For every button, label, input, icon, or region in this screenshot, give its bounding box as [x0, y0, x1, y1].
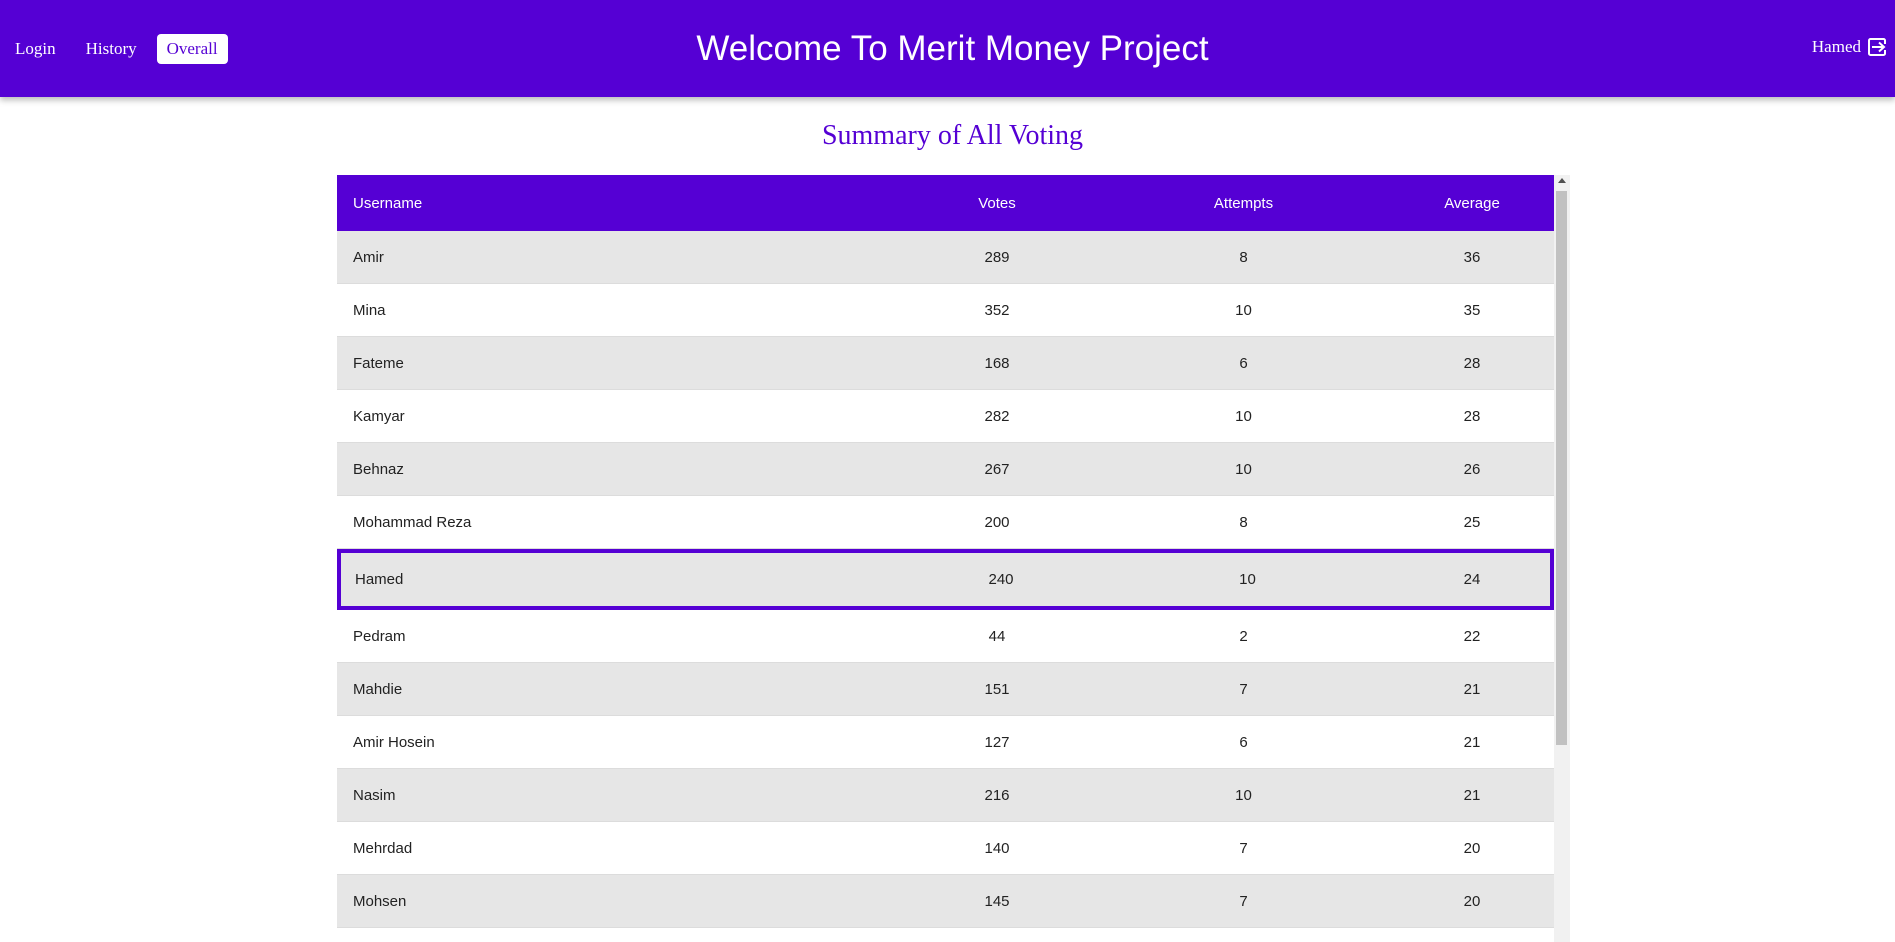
cell-average: 21 — [1463, 786, 1481, 804]
cell-average: 25 — [1463, 513, 1481, 531]
cell-votes: 140 — [984, 839, 1010, 857]
cell-votes: 282 — [984, 407, 1010, 425]
cell-username: Fateme — [353, 354, 404, 372]
column-attempts: Attempts — [1213, 194, 1274, 212]
cell-votes: 145 — [984, 892, 1010, 910]
cell-average: 24 — [1463, 571, 1481, 588]
cell-attempts: 10 — [1235, 460, 1252, 478]
table-row[interactable]: Behnaz 267 10 26 — [337, 443, 1554, 496]
cell-average: 22 — [1463, 627, 1481, 645]
cell-username: Kamyar — [353, 407, 405, 425]
cell-votes: 200 — [984, 513, 1010, 531]
main-nav: Login History Overall — [0, 0, 228, 97]
cell-votes: 127 — [984, 733, 1010, 751]
table-row[interactable]: Mina 352 10 35 — [337, 284, 1554, 337]
user-logout-button[interactable]: Hamed — [1812, 0, 1887, 94]
column-average: Average — [1444, 194, 1500, 212]
cell-votes: 267 — [984, 460, 1010, 478]
table-row[interactable]: Kamyar 282 10 28 — [337, 390, 1554, 443]
cell-username: Mohammad Reza — [353, 513, 472, 531]
cell-votes: 289 — [984, 248, 1010, 266]
cell-attempts: 8 — [1239, 248, 1248, 266]
table-row[interactable]: Nasim 216 10 21 — [337, 769, 1554, 822]
cell-average: 26 — [1463, 460, 1481, 478]
cell-username: Hamed — [355, 571, 404, 588]
cell-username: Mohsen — [353, 892, 407, 910]
table-row[interactable]: Fateme 168 6 28 — [337, 337, 1554, 390]
logout-icon — [1868, 38, 1887, 56]
cell-attempts: 8 — [1239, 513, 1248, 531]
nav-overall[interactable]: Overall — [156, 33, 228, 64]
table-body: Username Votes Attempts Average Amir 289 8… — [337, 175, 1554, 942]
summary-table: Username Votes Attempts Average Amir 289 8… — [337, 175, 1570, 942]
cell-average: 20 — [1463, 892, 1481, 910]
table-row[interactable] — [337, 928, 1554, 942]
cell-attempts: 10 — [1235, 786, 1252, 804]
table-row[interactable]: Amir Hosein 127 6 21 — [337, 716, 1554, 769]
cell-attempts: 2 — [1239, 627, 1248, 645]
cell-votes: 168 — [984, 354, 1010, 372]
cell-average: 21 — [1463, 733, 1481, 751]
nav-history[interactable]: History — [76, 34, 147, 64]
table-row[interactable]: Mohsen 145 7 20 — [337, 875, 1554, 928]
cell-attempts: 7 — [1239, 892, 1248, 910]
cell-average: 36 — [1463, 248, 1481, 266]
table-rows: Amir 289 8 36 Mina 352 10 35 Fateme 168 6 28 Kamyar 2… — [337, 231, 1554, 942]
cell-attempts: 6 — [1239, 354, 1248, 372]
cell-average: 21 — [1463, 680, 1481, 698]
cell-votes: 240 — [988, 571, 1014, 588]
cell-attempts: 10 — [1239, 571, 1256, 588]
cell-attempts: 10 — [1235, 407, 1252, 425]
column-username: Username — [353, 194, 423, 212]
cell-attempts: 7 — [1239, 839, 1248, 857]
user-name: Hamed — [1811, 37, 1861, 56]
table-row[interactable]: Mohammad Reza 200 8 25 — [337, 496, 1554, 549]
cell-username: Mehrdad — [353, 839, 413, 857]
app-title: Welcome To Merit Money Project — [696, 28, 1209, 68]
scroll-thumb[interactable] — [1556, 191, 1567, 745]
cell-attempts: 10 — [1235, 301, 1252, 319]
cell-username: Pedram — [353, 627, 406, 645]
cell-attempts: 6 — [1239, 733, 1248, 751]
table-header: Username Votes Attempts Average — [337, 175, 1554, 231]
summary-title: Summary of All Voting — [821, 120, 1084, 151]
cell-username: Nasim — [353, 786, 396, 804]
cell-votes: 44 — [988, 627, 1006, 645]
table-row-selected[interactable]: Hamed 240 10 24 — [337, 549, 1554, 610]
scroll-up-arrow-icon[interactable] — [1558, 178, 1566, 183]
cell-average: 20 — [1463, 839, 1481, 857]
table-row[interactable]: Mehrdad 140 7 20 — [337, 822, 1554, 875]
cell-username: Mina — [353, 301, 386, 319]
cell-average: 28 — [1463, 407, 1481, 425]
cell-average: 35 — [1463, 301, 1481, 319]
table-row[interactable]: Mahdie 151 7 21 — [337, 663, 1554, 716]
cell-username: Behnaz — [353, 460, 404, 478]
cell-username: Mahdie — [353, 680, 403, 698]
cell-average: 28 — [1463, 354, 1481, 372]
cell-votes: 151 — [984, 680, 1010, 698]
cell-username: Amir Hosein — [353, 733, 435, 751]
column-votes: Votes — [978, 194, 1016, 212]
table-scrollbar[interactable] — [1554, 175, 1570, 942]
cell-votes: 216 — [984, 786, 1010, 804]
cell-username: Amir — [353, 248, 384, 266]
cell-votes: 352 — [984, 301, 1010, 319]
cell-attempts: 7 — [1239, 680, 1248, 698]
table-row[interactable]: Amir 289 8 36 — [337, 231, 1554, 284]
nav-login[interactable]: Login — [5, 34, 66, 64]
top-bar: Login History Overall Welcome To Merit M… — [0, 0, 1895, 97]
table-row[interactable]: Pedram 44 2 22 — [337, 610, 1554, 663]
